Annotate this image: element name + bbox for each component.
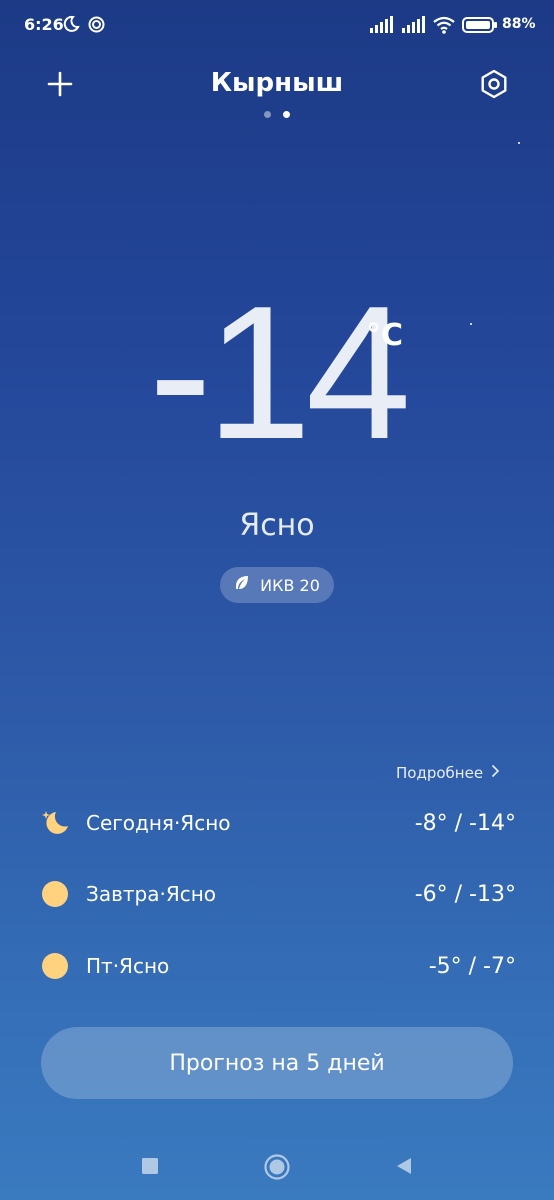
forecast-day-label: Завтра·Ясно	[86, 882, 217, 906]
moon-icon	[62, 15, 80, 37]
leaf-icon	[234, 575, 250, 595]
aqi-badge[interactable]: ИКВ 20	[220, 567, 334, 603]
sun-icon	[40, 951, 70, 981]
recents-button[interactable]	[138, 1154, 162, 1178]
star-decoration	[518, 142, 520, 144]
status-time: 6:26	[24, 15, 64, 34]
recents-square-icon	[138, 1158, 162, 1182]
back-button[interactable]	[392, 1154, 416, 1178]
settings-hexagon-icon	[479, 69, 509, 103]
forecast-row-today[interactable]: Сегодня·Ясно -8° / -14°	[40, 803, 516, 843]
moon-icon	[40, 808, 70, 838]
current-temperature: -14	[148, 267, 412, 479]
forecast-row-friday[interactable]: Пт·Ясно -5° / -7°	[40, 946, 516, 986]
forecast-row-tomorrow[interactable]: Завтра·Ясно -6° / -13°	[40, 874, 516, 914]
hotspot-icon	[88, 16, 105, 37]
battery-icon	[462, 17, 498, 37]
battery-percent: 88%	[502, 16, 536, 32]
details-link-label: Подробнее	[396, 764, 484, 782]
home-button[interactable]	[263, 1153, 291, 1181]
forecast-temps: -6° / -13°	[414, 881, 516, 907]
city-title: Кырныш	[210, 68, 344, 98]
weather-screen: 6:26 88% Кырныш -14 °C Ясно ИКВ 20 Подро…	[0, 0, 554, 1200]
wifi-icon	[432, 15, 456, 39]
temperature-unit: °C	[366, 318, 404, 353]
back-triangle-icon	[392, 1158, 416, 1182]
current-condition: Ясно	[239, 508, 315, 543]
status-bar: 6:26 88%	[0, 0, 554, 52]
aqi-label: ИКВ 20	[260, 575, 320, 595]
forecast-day-label: Сегодня·Ясно	[86, 811, 231, 835]
signal-icon	[370, 16, 394, 38]
settings-button[interactable]	[474, 66, 514, 106]
five-day-forecast-button[interactable]: Прогноз на 5 дней	[41, 1027, 513, 1099]
page-indicator-dot-active	[283, 111, 290, 118]
chevron-right-icon	[491, 764, 500, 782]
page-indicator-dot	[264, 111, 271, 118]
forecast-day-label: Пт·Ясно	[86, 954, 170, 978]
forecast-temps: -8° / -14°	[414, 810, 516, 836]
forecast-temps: -5° / -7°	[428, 953, 516, 979]
signal-icon	[402, 16, 426, 38]
add-city-button[interactable]	[40, 66, 80, 106]
plus-icon	[47, 71, 73, 101]
sun-icon	[40, 879, 70, 909]
home-circle-icon	[263, 1154, 291, 1185]
details-link[interactable]: Подробнее	[396, 764, 500, 782]
